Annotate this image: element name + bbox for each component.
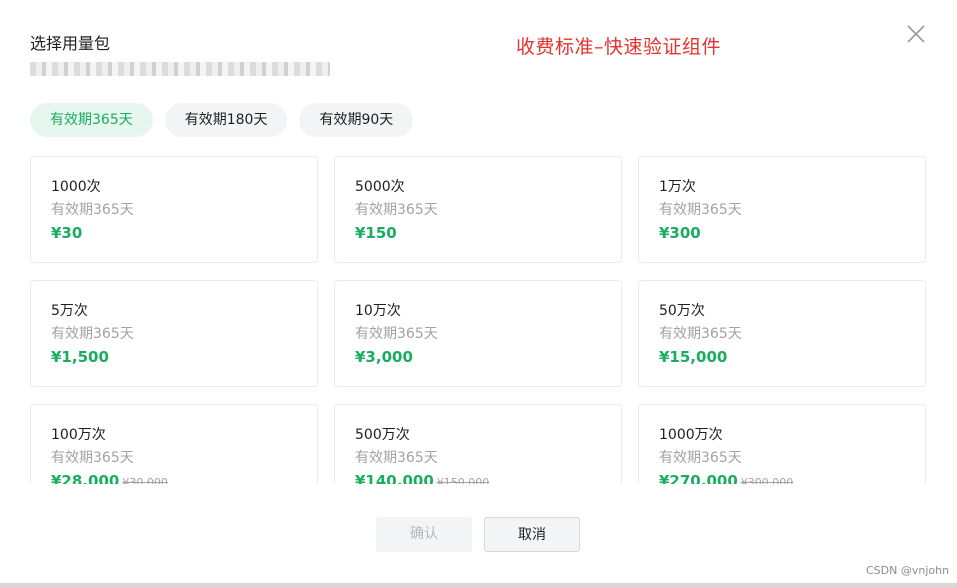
close-icon[interactable]: [904, 22, 928, 46]
redacted-subtitle: [30, 62, 330, 76]
package-name: 1万次: [659, 179, 696, 195]
package-original-price: ¥30,000: [122, 476, 168, 484]
package-validity: 有效期365天: [659, 450, 742, 466]
package-name: 10万次: [355, 303, 401, 319]
package-name: 100万次: [51, 427, 106, 443]
package-card[interactable]: 1000万次 有效期365天 ¥270,000 ¥300,000: [638, 404, 926, 484]
package-name: 500万次: [355, 427, 410, 443]
package-validity: 有效期365天: [659, 326, 742, 342]
package-name: 1000次: [51, 179, 101, 195]
package-card[interactable]: 100万次 有效期365天 ¥28,000 ¥30,000: [30, 404, 318, 484]
package-validity: 有效期365天: [355, 202, 438, 218]
tab-validity-365[interactable]: 有效期365天: [30, 103, 153, 137]
package-price: ¥140,000: [355, 472, 434, 484]
package-price: ¥15,000: [659, 348, 728, 366]
package-validity: 有效期365天: [51, 326, 134, 342]
package-price: ¥28,000: [51, 472, 120, 484]
package-card[interactable]: 10万次 有效期365天 ¥3,000: [334, 280, 622, 387]
package-validity: 有效期365天: [51, 450, 134, 466]
package-price: ¥3,000: [355, 348, 413, 366]
package-dialog: 选择用量包 收费标准–快速验证组件 有效期365天 有效期180天 有效期90天…: [0, 0, 957, 587]
package-price: ¥1,500: [51, 348, 109, 366]
dialog-title: 选择用量包: [30, 34, 111, 53]
tab-validity-90[interactable]: 有效期90天: [299, 103, 414, 137]
cancel-button[interactable]: 取消: [484, 517, 580, 552]
background-strip: [0, 583, 957, 587]
package-price: ¥300: [659, 224, 701, 242]
package-name: 50万次: [659, 303, 705, 319]
package-card[interactable]: 500万次 有效期365天 ¥140,000 ¥150,000: [334, 404, 622, 484]
package-card[interactable]: 1万次 有效期365天 ¥300: [638, 156, 926, 263]
package-name: 1000万次: [659, 427, 723, 443]
tab-validity-180[interactable]: 有效期180天: [164, 103, 288, 137]
package-card[interactable]: 5000次 有效期365天 ¥150: [334, 156, 622, 263]
package-price: ¥150: [355, 224, 397, 242]
package-name: 5000次: [355, 179, 405, 195]
package-price: ¥270,000: [659, 472, 738, 484]
watermark: CSDN @vnjohn: [866, 564, 950, 577]
package-validity: 有效期365天: [659, 202, 742, 218]
package-validity: 有效期365天: [355, 450, 438, 466]
package-original-price: ¥150,000: [436, 476, 490, 484]
package-card[interactable]: 5万次 有效期365天 ¥1,500: [30, 280, 318, 387]
pricing-annotation: 收费标准–快速验证组件: [516, 36, 722, 58]
package-price: ¥30: [51, 224, 83, 242]
validity-tabs: 有效期365天 有效期180天 有效期90天: [30, 103, 414, 137]
package-validity: 有效期365天: [355, 326, 438, 342]
confirm-button[interactable]: 确认: [376, 517, 472, 552]
package-card[interactable]: 1000次 有效期365天 ¥30: [30, 156, 318, 263]
package-validity: 有效期365天: [51, 202, 134, 218]
package-grid: 1000次 有效期365天 ¥30 5000次 有效期365天 ¥150 1万次…: [30, 156, 927, 484]
package-original-price: ¥300,000: [740, 476, 794, 484]
package-name: 5万次: [51, 303, 88, 319]
package-card[interactable]: 50万次 有效期365天 ¥15,000: [638, 280, 926, 387]
